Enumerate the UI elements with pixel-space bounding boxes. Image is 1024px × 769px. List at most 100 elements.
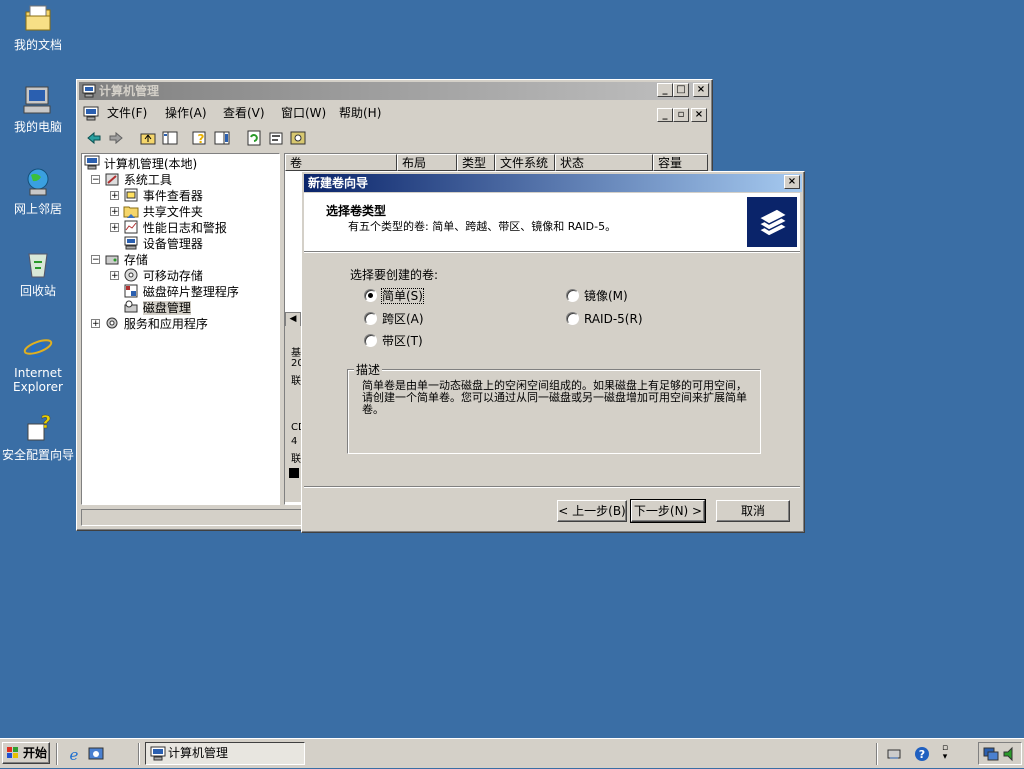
tree-expander[interactable]: + <box>110 191 119 201</box>
maximize-button[interactable]: □ <box>673 83 689 97</box>
next-button[interactable]: 下一步(N) > <box>630 499 706 523</box>
tree-label: 计算机管理(本地) <box>103 157 198 171</box>
tree-expander[interactable]: + <box>110 271 119 281</box>
tree-expander[interactable]: + <box>91 319 100 329</box>
radio-button[interactable] <box>566 289 579 302</box>
tree-label: 存储 <box>123 253 148 267</box>
quicklaunch-desktop-icon[interactable] <box>88 746 104 762</box>
select-volume-label: 选择要创建的卷: <box>350 268 439 282</box>
app-icon <box>82 84 96 98</box>
column-header-filesystem[interactable]: 文件系统 <box>495 154 555 171</box>
column-header-volume[interactable]: 卷 <box>285 154 397 171</box>
tree-item-perf-logs[interactable]: 性能日志和警报 <box>123 219 227 235</box>
disk-label: 联 <box>291 376 301 387</box>
taskbar-button-computer-management[interactable]: 计算机管理 <box>145 742 305 765</box>
radio-striped[interactable]: 带区(T) <box>364 333 423 349</box>
menu-action[interactable]: 操作(A) <box>159 104 213 122</box>
tree-label: 服务和应用程序 <box>123 317 208 331</box>
computer-management-icon <box>84 155 100 171</box>
tree-expander[interactable]: − <box>91 255 100 265</box>
radio-label: 跨区(A) <box>382 312 424 326</box>
desktop-icon-security-wizard[interactable]: ? 安全配置向导 <box>0 412 76 462</box>
tree-label: 可移动存储 <box>142 269 203 283</box>
radio-spanned[interactable]: 跨区(A) <box>364 311 424 327</box>
tree-item-shared-folders[interactable]: 共享文件夹 <box>123 203 203 219</box>
toolbar: ? <box>83 129 707 149</box>
show-tree-icon[interactable] <box>161 129 179 147</box>
back-arrow-icon[interactable] <box>85 129 103 147</box>
security-wizard-icon: ? <box>22 412 54 444</box>
tray-network-icon[interactable] <box>886 746 902 762</box>
back-button[interactable]: < 上一步(B) <box>557 500 627 522</box>
network-places-icon <box>22 166 54 198</box>
show-action-pane-icon[interactable] <box>213 129 231 147</box>
radio-button[interactable] <box>566 312 579 325</box>
tree-expander[interactable]: + <box>110 223 119 233</box>
forward-arrow-icon[interactable] <box>107 129 125 147</box>
services-icon <box>104 315 120 331</box>
window-titlebar[interactable]: 计算机管理 <box>79 82 710 100</box>
menu-file[interactable]: 文件(F) <box>101 104 153 122</box>
help-icon[interactable]: ? <box>191 129 209 147</box>
mdi-close-button[interactable]: × <box>691 108 707 122</box>
menu-window[interactable]: 窗口(W) <box>275 104 332 122</box>
refresh-icon[interactable] <box>245 129 263 147</box>
tree-item-defragmenter[interactable]: 磁盘碎片整理程序 <box>123 283 239 299</box>
my-documents-icon <box>22 2 54 34</box>
tray-sound-icon[interactable] <box>1002 746 1018 762</box>
cancel-button[interactable]: 取消 <box>716 500 790 522</box>
radio-mirrored[interactable]: 镜像(M) <box>566 288 628 304</box>
tree-item-system-tools[interactable]: 系统工具 <box>104 171 172 187</box>
dialog-close-button[interactable]: × <box>784 175 800 189</box>
tree-item-storage[interactable]: 存储 <box>104 251 148 267</box>
tree-item-removable-storage[interactable]: 可移动存储 <box>123 267 203 283</box>
dialog-titlebar[interactable]: 新建卷向导 <box>304 174 802 192</box>
start-button[interactable]: 开始 <box>2 742 50 764</box>
column-header-status[interactable]: 状态 <box>555 154 653 171</box>
disk-settings-icon[interactable] <box>289 129 307 147</box>
tree-expander[interactable]: − <box>91 175 100 185</box>
disk-label: 联 <box>291 454 301 465</box>
column-header-capacity[interactable]: 容量 <box>653 154 708 171</box>
tree-label: 性能日志和警报 <box>142 221 227 235</box>
computer-management-icon <box>150 746 166 762</box>
desktop-icon-network[interactable]: 网上邻居 <box>0 166 76 216</box>
close-button[interactable]: × <box>693 83 709 97</box>
mdi-restore-button[interactable]: ▫ <box>673 108 689 122</box>
removable-storage-icon <box>123 267 139 283</box>
minimize-button[interactable]: _ <box>657 83 673 97</box>
radio-raid5[interactable]: RAID-5(R) <box>566 311 643 327</box>
svg-text:?: ? <box>198 132 205 146</box>
header-divider <box>304 252 800 253</box>
radio-button[interactable] <box>364 312 377 325</box>
properties-icon[interactable] <box>267 129 285 147</box>
mdi-minimize-button[interactable]: _ <box>657 108 673 122</box>
desktop-icon-recycle-bin[interactable]: 回收站 <box>0 248 76 298</box>
tree-item-disk-management[interactable]: 磁盘管理 <box>123 299 191 315</box>
tree-label: 磁盘管理 <box>142 301 191 315</box>
window-title: 计算机管理 <box>99 84 160 98</box>
tree-item-event-viewer[interactable]: 事件查看器 <box>123 187 203 203</box>
radio-button-selected[interactable] <box>364 289 377 302</box>
tray-help-icon[interactable]: ? <box>914 746 930 762</box>
tray-monitor-icon[interactable] <box>983 746 999 762</box>
column-header-type[interactable]: 类型 <box>457 154 495 171</box>
desktop-icon-label: 我的电脑 <box>13 120 62 134</box>
tray-restore-icon[interactable]: ▫ ▾ <box>940 744 950 764</box>
tree-root[interactable]: 计算机管理(本地) <box>84 155 197 171</box>
desktop-icon-my-documents[interactable]: 我的文档 <box>0 2 76 52</box>
radio-button[interactable] <box>364 334 377 347</box>
radio-simple[interactable]: 简单(S) <box>364 288 424 304</box>
column-header-layout[interactable]: 布局 <box>397 154 457 171</box>
up-folder-icon[interactable] <box>139 129 157 147</box>
quicklaunch-ie-icon[interactable]: e <box>66 746 82 764</box>
tree-item-services-apps[interactable]: 服务和应用程序 <box>104 315 208 331</box>
menu-help[interactable]: 帮助(H) <box>333 104 387 122</box>
disk-panel: 基 20 联 CD 4 联 <box>285 326 306 502</box>
desktop-icon-my-computer[interactable]: 我的电脑 <box>0 84 76 134</box>
desktop-icon-ie[interactable]: e Internet Explorer <box>0 330 76 394</box>
tree-label: 系统工具 <box>123 173 172 187</box>
tree-expander[interactable]: + <box>110 207 119 217</box>
tree-item-device-manager[interactable]: 设备管理器 <box>123 235 203 251</box>
menu-view[interactable]: 查看(V) <box>217 104 271 122</box>
